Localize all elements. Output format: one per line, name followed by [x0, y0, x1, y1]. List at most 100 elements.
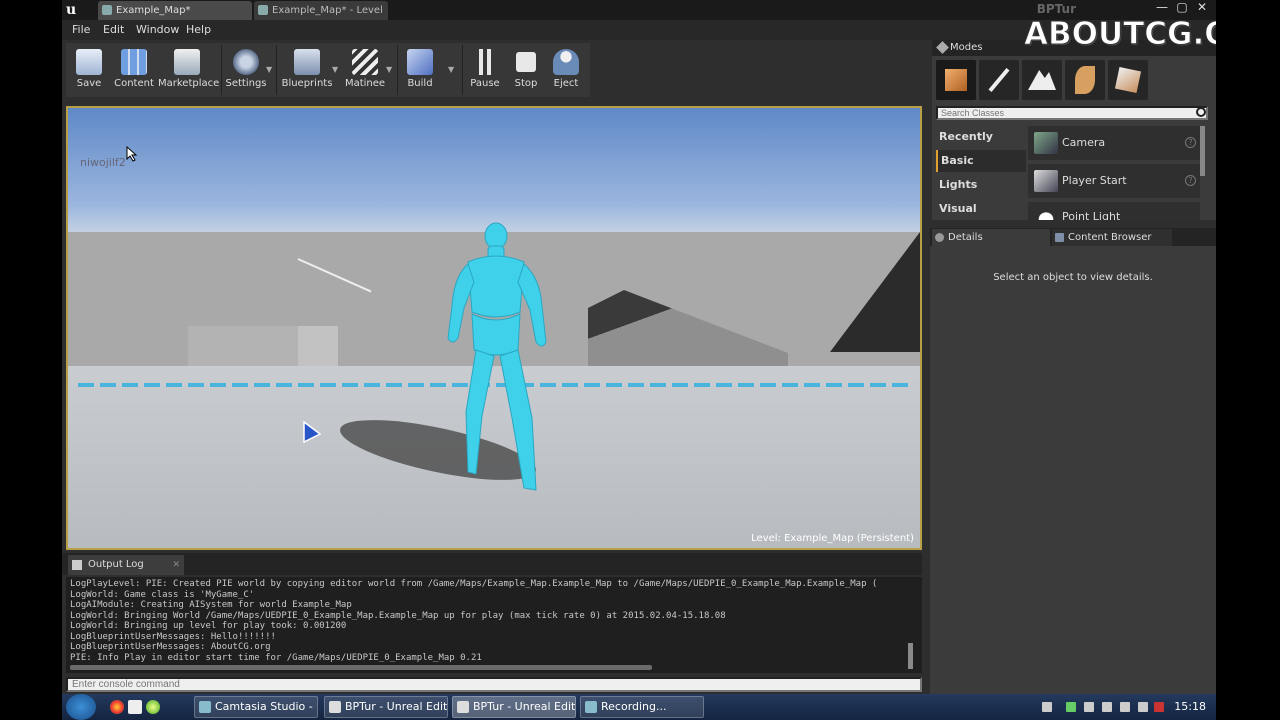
taskbar-camtasia[interactable]: Camtasia Studio - ... — [194, 696, 318, 718]
tray-app-icon[interactable] — [1084, 702, 1094, 712]
tab-details[interactable]: Details — [932, 229, 1050, 246]
eject-button[interactable]: Eject — [548, 45, 584, 95]
geometry-cube-icon — [1114, 66, 1142, 94]
place-mode-button[interactable] — [936, 60, 976, 100]
landscape-mode-button[interactable] — [1022, 60, 1062, 100]
build-dropdown-caret-icon[interactable]: ▼ — [448, 65, 454, 74]
leaf-icon — [1075, 66, 1095, 94]
taskbar-recording[interactable]: Recording... — [580, 696, 704, 718]
build-icon — [407, 49, 433, 75]
start-button[interactable] — [66, 694, 96, 720]
blueprints-button[interactable]: Blueprints — [280, 45, 334, 95]
geometry-mode-button[interactable] — [1108, 60, 1148, 100]
help-icon[interactable]: ? — [1185, 175, 1196, 186]
unreal-icon — [457, 701, 469, 713]
tab-level-blueprint[interactable]: Example_Map* - Level Blu — [254, 1, 388, 35]
content-button[interactable]: Content — [112, 45, 156, 95]
taskbar-clock[interactable]: 15:18 — [1174, 700, 1206, 713]
details-icon — [935, 233, 944, 242]
pause-icon — [472, 49, 498, 75]
main-toolbar: Save Content Marketplace Settings ▼ Blue… — [66, 43, 590, 97]
tab-content-browser[interactable]: Content Browser — [1052, 229, 1172, 246]
category-visual[interactable]: Visual — [936, 198, 1026, 220]
player-start-icon — [1034, 170, 1058, 192]
matinee-button[interactable]: Matinee — [344, 45, 386, 95]
menu-help[interactable]: Help — [186, 23, 211, 36]
output-log-body[interactable]: LogPlayLevel: PIE: Created PIE world by … — [66, 577, 922, 673]
taskbar-unreal-editor[interactable]: BPTur - Unreal Edit... — [452, 696, 576, 718]
place-item-player-start[interactable]: Player Start ? — [1028, 164, 1200, 198]
camera-icon — [1034, 132, 1058, 154]
mannequin-character[interactable] — [428, 222, 558, 492]
close-tab-icon[interactable]: ✕ — [172, 555, 180, 575]
foliage-mode-button[interactable] — [1065, 60, 1105, 100]
save-button[interactable]: Save — [70, 45, 108, 95]
matinee-dropdown-caret-icon[interactable]: ▼ — [386, 65, 392, 74]
build-button[interactable]: Build — [402, 45, 438, 95]
place-item-camera[interactable]: Camera ? — [1028, 126, 1200, 160]
category-basic[interactable]: Basic — [936, 150, 1026, 172]
network-icon[interactable] — [1102, 702, 1112, 712]
log-horizontal-scrollbar[interactable] — [70, 665, 652, 670]
log-line: LogBlueprintUserMessages: Hello!!!!!!! — [70, 631, 276, 642]
player-start-marker-icon — [303, 420, 322, 444]
output-log-tabbar: Output Log ✕ — [62, 553, 922, 575]
blueprints-dropdown-caret-icon[interactable]: ▼ — [332, 65, 338, 74]
app-icon[interactable] — [146, 700, 160, 714]
save-icon — [76, 49, 102, 75]
details-panel: Select an object to view details. — [930, 246, 1216, 694]
modes-scrollbar[interactable] — [1200, 126, 1205, 176]
category-lights[interactable]: Lights — [936, 174, 1026, 196]
level-viewport[interactable]: niwojilf2 Level: Example_Map (Persistent… — [66, 106, 922, 550]
app-title: BPTur — [1036, 2, 1076, 16]
menu-edit[interactable]: Edit — [103, 23, 124, 36]
menu-window[interactable]: Window — [136, 23, 179, 36]
tab-example-map[interactable]: Example_Map* — [98, 1, 252, 20]
level-icon — [102, 5, 112, 15]
tab-output-log[interactable]: Output Log ✕ — [68, 555, 184, 575]
toolbar-separator — [276, 45, 277, 95]
tray-app-icon[interactable] — [1066, 702, 1076, 712]
tab-modes[interactable]: Modes — [936, 40, 982, 55]
keyboard-icon[interactable] — [1042, 702, 1052, 712]
search-classes-input[interactable] — [936, 106, 1208, 120]
aboutcg-watermark: ABOUTCG.ORG — [1024, 16, 1216, 53]
console-command-input[interactable] — [66, 677, 922, 692]
search-icon[interactable] — [1196, 107, 1206, 117]
place-item-point-light[interactable]: Point Light — [1028, 202, 1200, 220]
tray-app-icon[interactable] — [1120, 702, 1130, 712]
log-line: LogPlayLevel: PIE: Created PIE world by … — [70, 579, 878, 589]
output-log-icon — [72, 560, 82, 570]
log-line: LogWorld: Bringing World /Game/Maps/UEDP… — [70, 610, 726, 621]
chrome-icon[interactable] — [110, 700, 124, 714]
help-icon[interactable]: ? — [1185, 137, 1196, 148]
editor-window: u Example_Map* Example_Map* - Level Blu … — [62, 0, 1216, 694]
volume-icon[interactable] — [1138, 702, 1148, 712]
pause-button[interactable]: Pause — [466, 45, 504, 95]
stop-button[interactable]: Stop — [508, 45, 544, 95]
toolbar-separator — [397, 45, 398, 95]
stop-icon — [516, 52, 536, 72]
taskbar-unreal-editor[interactable]: BPTur - Unreal Edit... — [324, 696, 448, 718]
settings-dropdown-caret-icon[interactable]: ▼ — [266, 65, 272, 74]
viewport-level-name: Example_Map (Persistent) — [784, 533, 914, 544]
log-line: LogBlueprintUserMessages: AboutCG.org — [70, 642, 271, 652]
tray-app-icon[interactable] — [1154, 702, 1164, 712]
brush-icon — [988, 67, 1010, 93]
marketplace-button[interactable]: Marketplace — [158, 45, 219, 95]
light-bulb-icon — [1034, 208, 1058, 220]
minimize-button[interactable]: — — [1152, 0, 1172, 16]
menu-file[interactable]: File — [72, 23, 90, 36]
app-icon[interactable] — [128, 700, 142, 714]
viewport-overlay-text: niwojilf2 — [80, 156, 126, 169]
paint-mode-button[interactable] — [979, 60, 1019, 100]
settings-button[interactable]: Settings — [224, 45, 268, 95]
log-vertical-scrollbar[interactable] — [908, 643, 913, 669]
unreal-logo-icon: u — [66, 2, 77, 18]
maximize-button[interactable]: ▢ — [1172, 0, 1192, 16]
recording-icon — [585, 701, 597, 713]
category-recently-placed[interactable]: Recently Placed — [936, 126, 1026, 165]
windows-taskbar: Camtasia Studio - ... BPTur - Unreal Edi… — [62, 694, 1216, 720]
log-line: LogAIModule: Creating AISystem for world… — [70, 600, 352, 610]
close-button[interactable]: ✕ — [1192, 0, 1212, 16]
